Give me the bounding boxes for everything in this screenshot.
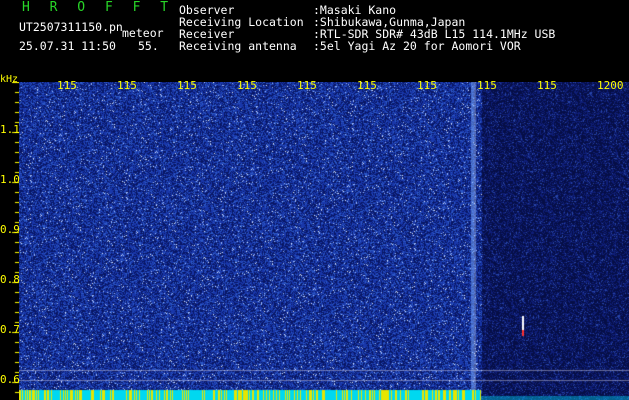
time-tick: 115 [237, 79, 257, 92]
freq-label: 1.0 [0, 173, 20, 186]
time-tick: 1200 [597, 79, 624, 92]
time-tick: 115 [177, 79, 197, 92]
app-title: H R O F F T [22, 0, 175, 15]
time-tick: 115 [297, 79, 317, 92]
antenna-label: Receiving antenna [179, 39, 297, 53]
time-tick: 115 [117, 79, 137, 92]
spectrogram-waterfall [19, 82, 629, 400]
time-axis: 115 115 115 115 115 115 115 115 115 1200 [0, 78, 629, 94]
freq-label: 0.7 [0, 323, 20, 336]
file-datetime: 25.07.31 11:50 [19, 39, 116, 53]
time-tick: 115 [537, 79, 557, 92]
freq-label: 0.8 [0, 273, 20, 286]
freq-label: 1.1 [0, 123, 20, 136]
freq-label: 0.9 [0, 223, 20, 236]
file-name: UT2507311150.pn [19, 20, 123, 34]
file-count: 55. [138, 39, 159, 53]
time-tick: 115 [477, 79, 497, 92]
time-tick: 115 [57, 79, 77, 92]
time-tick: 115 [357, 79, 377, 92]
freq-label: 0.6 [0, 373, 20, 386]
file-tag: meteor [122, 26, 164, 40]
header-panel: H R O F F T UT2507311150.pn meteor 25.07… [0, 0, 629, 78]
antenna-value: :5el Yagi Az 20 for Aomori VOR [313, 39, 521, 53]
time-tick: 115 [417, 79, 437, 92]
